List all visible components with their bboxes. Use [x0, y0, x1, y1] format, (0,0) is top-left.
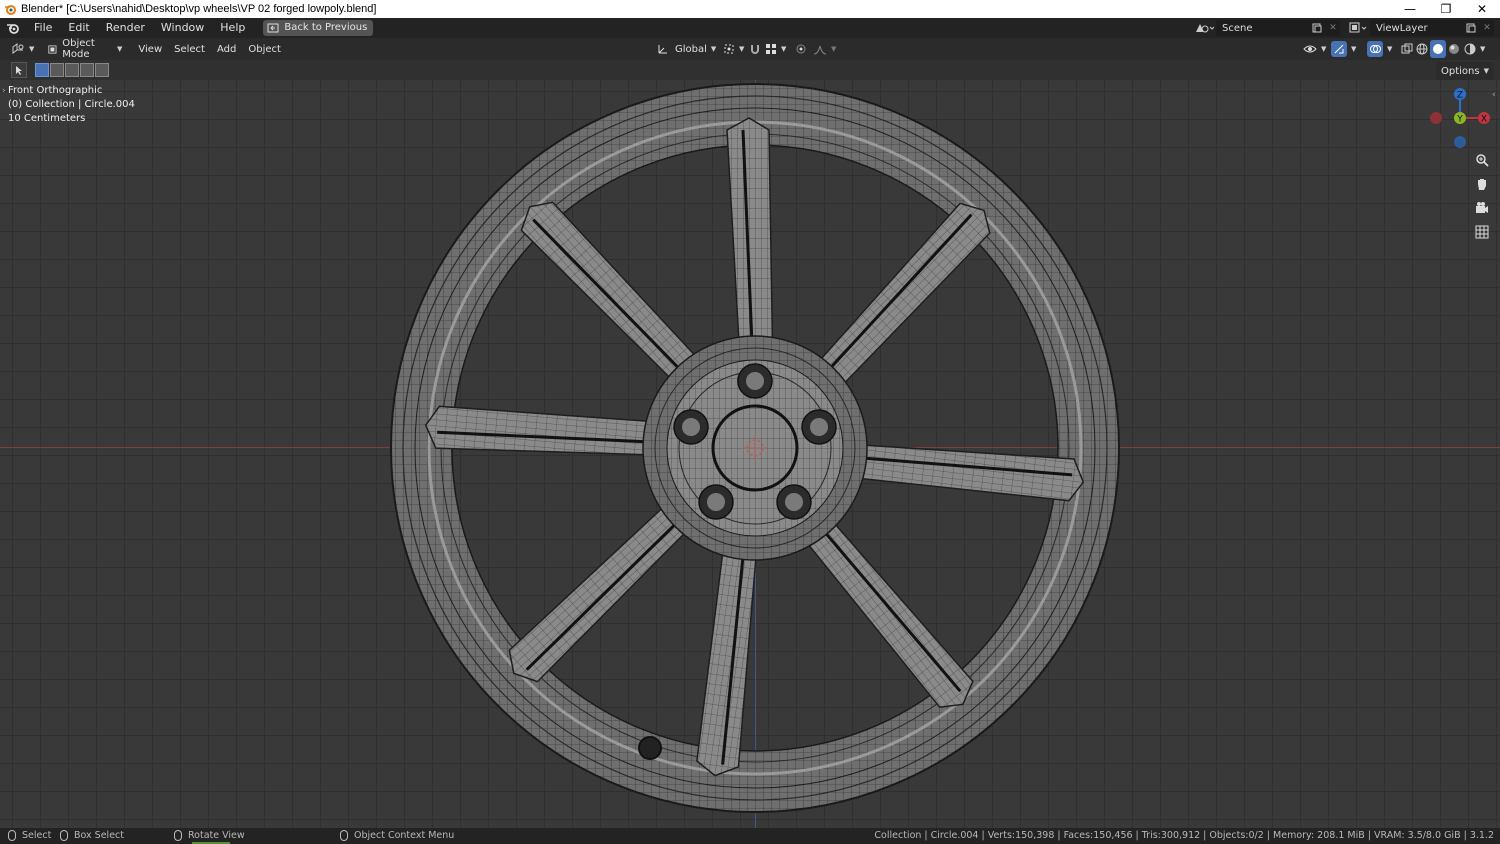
3d-viewport[interactable]: Front Orthographic (0) Collection | Circ…	[0, 80, 1500, 828]
options-dropdown[interactable]: Options ▼	[1436, 62, 1494, 80]
gizmo-z-label: Z	[1457, 91, 1463, 101]
status-rotate-view-hint: Rotate View	[174, 830, 245, 841]
subtract-selection-icon[interactable]	[65, 63, 79, 77]
left-mouse-icon	[8, 830, 16, 841]
shading-options-dropdown[interactable]: ▼	[1478, 40, 1487, 58]
3d-viewport-icon	[12, 43, 24, 54]
navigation-gizmo[interactable]: Z X Y	[1424, 84, 1496, 156]
scale-label: 10 Centimeters	[8, 113, 86, 124]
material-sphere-icon	[1449, 44, 1459, 54]
minimize-button[interactable]: —	[1392, 0, 1428, 18]
status-box-select-hint: Box Select	[60, 830, 124, 841]
solid-sphere-icon	[1433, 44, 1443, 54]
menu-file[interactable]: File	[26, 18, 60, 38]
scene-selector-icon[interactable]	[1192, 21, 1216, 35]
extend-selection-icon[interactable]	[50, 63, 64, 77]
object-mode-icon	[48, 44, 57, 54]
status-context-menu-hint: Object Context Menu	[340, 830, 454, 841]
view-layer-field[interactable]: ViewLayer ✕	[1370, 20, 1494, 36]
menu-help[interactable]: Help	[212, 18, 253, 38]
editor-type-selector[interactable]: ▼	[6, 40, 39, 58]
global-orientation-icon	[658, 45, 667, 54]
rendered-sphere-icon	[1464, 43, 1476, 55]
collection-label: (0) Collection | Circle.004	[8, 99, 135, 110]
close-button[interactable]: ✕	[1464, 0, 1500, 18]
remove-view-layer-icon[interactable]: ✕	[1480, 23, 1494, 33]
sidebar-toggle-icon[interactable]: ‹	[1492, 90, 1496, 100]
proportional-editing-icon	[796, 44, 806, 54]
status-bar: Select Box Select Rotate View Object Con…	[0, 828, 1500, 844]
falloff-curve-icon	[813, 45, 827, 55]
view-name-label: Front Orthographic	[8, 85, 103, 96]
view-layer-icon[interactable]	[1346, 21, 1370, 35]
object-mode-dropdown[interactable]: Object Mode ▼	[43, 38, 128, 60]
overlays-toggle[interactable]: ▼	[1362, 40, 1397, 58]
left-drag-mouse-icon	[60, 830, 68, 841]
window-title-bar: Blender* [C:\Users\nahid\Desktop\vp whee…	[0, 0, 1500, 18]
scene-name-field[interactable]: Scene ✕	[1216, 20, 1340, 36]
viewport-header: ▼ Object Mode ▼ View Select Add Object G…	[0, 38, 1500, 60]
blender-logo-icon[interactable]	[0, 18, 26, 38]
window-title: Blender* [C:\Users\nahid\Desktop\vp whee…	[21, 3, 377, 15]
back-to-previous-label: Back to Previous	[284, 22, 368, 33]
cursor-arrow-icon	[16, 66, 22, 75]
menu-window[interactable]: Window	[153, 18, 212, 38]
gizmo-x-label: X	[1481, 115, 1487, 125]
gizmo-icon	[1334, 44, 1344, 54]
snap-target-dropdown[interactable]: ▼	[760, 40, 791, 58]
menu-add[interactable]: Add	[212, 40, 241, 58]
back-to-previous-button[interactable]: Back to Previous	[263, 20, 374, 36]
middle-mouse-icon	[174, 830, 182, 841]
select-tool-button[interactable]	[11, 62, 27, 78]
new-view-layer-icon[interactable]	[1462, 23, 1480, 33]
menu-render[interactable]: Render	[98, 18, 153, 38]
toolbar-toggle-icon[interactable]: ›	[2, 86, 6, 96]
back-icon	[267, 23, 279, 33]
material-shading-button[interactable]	[1446, 40, 1462, 58]
proportional-falloff-dropdown[interactable]: ▼	[808, 40, 841, 58]
camera-view-icon[interactable]	[1472, 198, 1492, 218]
menu-edit[interactable]: Edit	[60, 18, 97, 38]
wireframe-sphere-icon	[1416, 43, 1428, 55]
snap-increment-icon	[766, 44, 776, 54]
top-menu-bar: File Edit Render Window Help Back to Pre…	[0, 18, 1500, 38]
menu-object[interactable]: Object	[243, 40, 286, 58]
transform-orientation-dropdown[interactable]: Global ▼	[652, 40, 721, 58]
gizmo-y-label: Y	[1456, 115, 1463, 125]
menu-view[interactable]: View	[133, 40, 167, 58]
invert-selection-icon[interactable]	[80, 63, 94, 77]
orthographic-grid-icon[interactable]	[1472, 222, 1492, 242]
solid-shading-button[interactable]	[1430, 40, 1446, 58]
blender-app-icon	[3, 2, 17, 16]
status-select-hint: Select	[8, 830, 51, 841]
overlays-icon	[1370, 45, 1381, 53]
set-new-selection-icon[interactable]	[35, 63, 49, 77]
pivot-icon	[724, 44, 734, 54]
restore-button[interactable]: ❐	[1428, 0, 1464, 18]
new-scene-icon[interactable]	[1308, 23, 1326, 33]
wireframe-shading-button[interactable]	[1414, 40, 1430, 58]
eye-icon	[1303, 45, 1317, 53]
selection-mode-group	[35, 63, 110, 77]
wheel-mesh[interactable]	[380, 80, 1130, 820]
rendered-shading-button[interactable]	[1462, 40, 1478, 58]
viewport-info: Front Orthographic (0) Collection | Circ…	[8, 84, 135, 126]
xray-icon	[1401, 43, 1413, 54]
scene-statistics: Collection | Circle.004 | Verts:150,398 …	[874, 830, 1494, 841]
remove-scene-icon[interactable]: ✕	[1326, 23, 1340, 33]
intersect-selection-icon[interactable]	[95, 63, 109, 77]
right-mouse-icon	[340, 830, 348, 841]
pan-hand-icon[interactable]	[1472, 174, 1492, 194]
zoom-icon[interactable]	[1472, 150, 1492, 170]
tool-settings-row: Options ▼	[0, 60, 1500, 80]
gizmo-toggle[interactable]: ▼	[1326, 40, 1361, 58]
menu-select[interactable]: Select	[169, 40, 210, 58]
